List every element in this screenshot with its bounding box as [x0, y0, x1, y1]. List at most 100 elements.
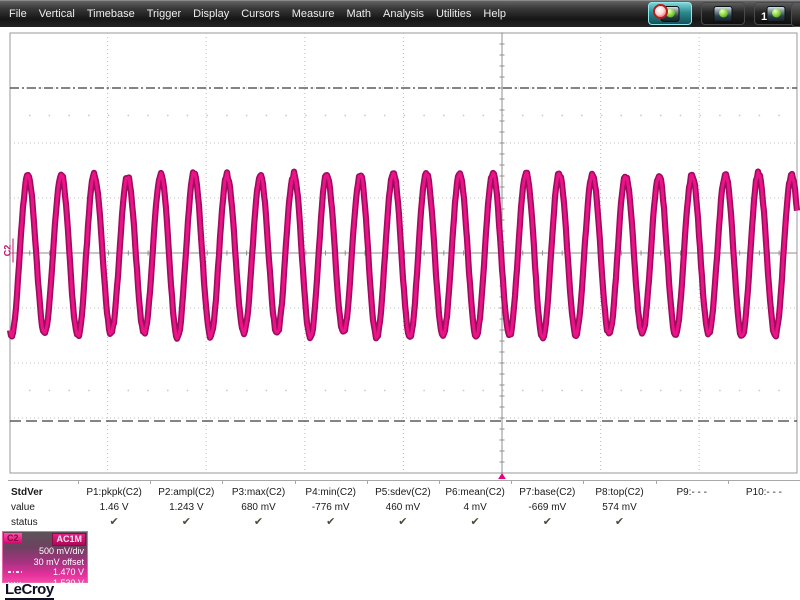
- grid-subdivision-dot: [580, 114, 583, 117]
- grid-subdivision-dot: [324, 114, 327, 117]
- grid-subdivision-dot: [482, 389, 485, 392]
- grid-subdivision-dot: [226, 389, 228, 392]
- column-tick: [366, 480, 368, 484]
- grid-subdivision-dot: [462, 114, 465, 117]
- grid-subdivision-dot: [640, 114, 642, 117]
- grid-subdivision-dot: [127, 389, 130, 392]
- channel-position-marker[interactable]: C2: [2, 238, 14, 263]
- grid-subdivision-dot: [206, 114, 209, 117]
- parameter-value: 460 mV: [385, 502, 421, 513]
- grid-subdivision-dot: [383, 114, 386, 117]
- grid-subdivision-dot: [226, 114, 228, 117]
- lecroy-logo: LeCroy: [5, 581, 54, 600]
- measurement-table: StdVer value status P1:pkpk(C2) 1.46 V ✔ P2…: [0, 485, 800, 530]
- channel-descriptor-c2[interactable]: C2 AC1M 500 mV/div 30 mV offset 1.470 V …: [2, 531, 88, 588]
- parameter-label[interactable]: P6:mean(C2): [439, 485, 511, 500]
- parameter-value: 680 mV: [241, 502, 276, 513]
- value-row-label: value: [11, 502, 35, 513]
- measurement-row-headers: StdVer value status: [0, 485, 78, 530]
- grid-subdivision-dot: [87, 114, 90, 117]
- grid-subdivision-dot: [28, 114, 31, 117]
- grid-subdivision-dot: [245, 114, 248, 117]
- measurement-column-p8: P8:top(C2) 574 mV ✔: [583, 485, 655, 530]
- grid-subdivision-dot: [186, 114, 189, 117]
- grid-subdivision-dot: [719, 389, 721, 392]
- grid-subdivision-dot: [48, 114, 51, 117]
- parameter-label[interactable]: P3:max(C2): [222, 485, 294, 500]
- grid-subdivision-dot: [521, 114, 524, 117]
- grid-subdivision-dot: [738, 389, 741, 392]
- status-row-label: status: [11, 517, 38, 528]
- grid-subdivision-dot: [600, 114, 603, 117]
- grid-subdivision-dot: [561, 114, 564, 117]
- parameter-status: ✔: [614, 516, 625, 528]
- column-tick: [222, 480, 224, 484]
- parameter-value: 574 mV: [602, 502, 637, 513]
- dashdot-level-icon: [8, 571, 23, 574]
- grid-subdivision-dot: [502, 114, 504, 117]
- measurement-column-p9: P9:- - -: [656, 485, 728, 530]
- grid-subdivision-dot: [699, 389, 702, 392]
- grid-subdivision-dot: [482, 114, 485, 117]
- measurement-column-p5: P5:sdev(C2) 460 mV ✔: [367, 485, 439, 530]
- grid-subdivision-dot: [541, 389, 544, 392]
- grid-subdivision-dot: [738, 114, 741, 117]
- parameter-status: ✔: [398, 516, 408, 528]
- grid-subdivision-dot: [778, 114, 780, 117]
- grid-subdivision-dot: [679, 389, 682, 392]
- grid-subdivision-dot: [620, 114, 623, 117]
- grid-subdivision-dot: [659, 114, 662, 117]
- column-tick: [150, 480, 152, 484]
- measurement-divider: [8, 480, 800, 481]
- channel-scale: 500 mV/div: [38, 546, 84, 556]
- grid-subdivision-dot: [147, 114, 149, 117]
- grid-subdivision-dot: [383, 389, 386, 392]
- parameter-value: 1.243 V: [169, 502, 204, 513]
- grid-subdivision-dot: [659, 389, 662, 392]
- grid-subdivision-dot: [107, 389, 110, 392]
- parameter-label[interactable]: P10:- - -: [728, 485, 800, 500]
- grid-subdivision-dot: [324, 389, 327, 392]
- grid-subdivision-dot: [186, 389, 189, 392]
- parameter-label[interactable]: P2:ampl(C2): [150, 485, 222, 500]
- grid-subdivision-dot: [364, 114, 366, 117]
- grid-subdivision-dot: [541, 114, 544, 117]
- parameter-label[interactable]: P1:pkpk(C2): [78, 485, 150, 500]
- parameter-label[interactable]: P7:base(C2): [511, 485, 583, 500]
- grid-subdivision-dot: [107, 114, 110, 117]
- parameter-label[interactable]: P9:- - -: [656, 485, 728, 500]
- grid-subdivision-dot: [245, 389, 248, 392]
- parameter-status: ✔: [253, 516, 264, 528]
- channel-coupling-chip[interactable]: AC1M: [52, 533, 86, 546]
- column-tick: [511, 480, 513, 484]
- grid-subdivision-dot: [127, 114, 130, 117]
- grid-subdivision-dot: [640, 389, 642, 392]
- measurement-column-p7: P7:base(C2) -669 mV ✔: [511, 485, 583, 530]
- parameter-label[interactable]: P5:sdev(C2): [367, 485, 439, 500]
- grid-subdivision-dot: [423, 389, 426, 392]
- grid-subdivision-dot: [561, 389, 564, 392]
- grid-subdivision-dot: [699, 114, 702, 117]
- grid-subdivision-dot: [344, 114, 347, 117]
- grid-subdivision-dot: [364, 389, 366, 392]
- grid-subdivision-dot: [87, 389, 90, 392]
- grid-subdivision-dot: [344, 389, 347, 392]
- grid-subdivision-dot: [166, 389, 169, 392]
- grid-subdivision-dot: [285, 114, 287, 117]
- parameter-value: -669 mV: [528, 502, 567, 513]
- grid-subdivision-dot: [48, 389, 51, 392]
- grid-subdivision-dot: [206, 389, 209, 392]
- grid-subdivision-dot: [265, 389, 268, 392]
- column-tick: [439, 480, 440, 484]
- grid-subdivision-dot: [304, 389, 307, 392]
- parameter-status: ✔: [109, 516, 119, 528]
- measurement-column-p2: P2:ampl(C2) 1.243 V ✔: [150, 485, 222, 530]
- column-tick: [78, 480, 79, 484]
- channel-name-chip[interactable]: C2: [4, 533, 22, 544]
- parameter-label[interactable]: P4:min(C2): [295, 485, 367, 500]
- grid-subdivision-dot: [462, 389, 465, 392]
- parameter-label[interactable]: P8:top(C2): [583, 485, 655, 500]
- grid-subdivision-dot: [600, 389, 603, 392]
- parameter-status: ✔: [542, 516, 552, 528]
- parameter-value: -776 mV: [311, 502, 350, 513]
